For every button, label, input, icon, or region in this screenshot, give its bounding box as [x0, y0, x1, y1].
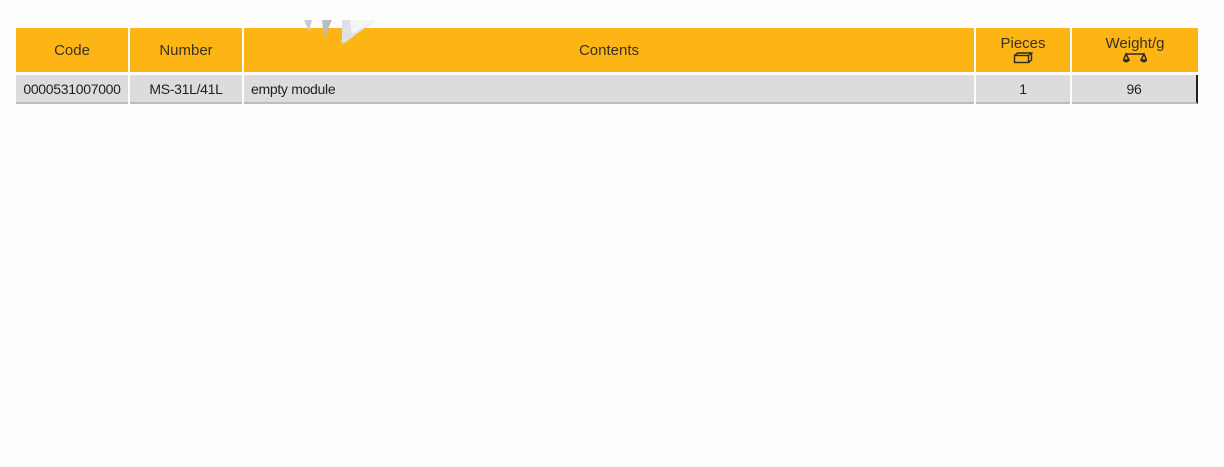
column-header-code-label: Code: [54, 41, 90, 59]
cell-pieces: 1: [976, 75, 1070, 104]
column-header-number-label: Number: [159, 41, 213, 59]
table-header-row: Code Number Contents Pieces Weight/g: [16, 28, 1198, 72]
column-header-code: Code: [16, 28, 128, 72]
cell-code: 0000531007000: [16, 75, 128, 104]
decorative-graphic: [304, 20, 378, 44]
table-row: 0000531007000 MS-31L/41L empty module 1 …: [16, 75, 1198, 104]
column-header-number: Number: [130, 28, 242, 72]
column-header-pieces: Pieces: [976, 28, 1070, 72]
cell-weight: 96: [1072, 75, 1198, 104]
cell-contents: empty module: [244, 75, 974, 104]
column-header-weight: Weight/g: [1072, 28, 1198, 72]
pieces-box-icon: [1013, 52, 1033, 64]
column-header-pieces-label: Pieces: [1000, 35, 1046, 52]
column-header-contents-label: Contents: [578, 41, 640, 59]
column-header-weight-label: Weight/g: [1105, 35, 1165, 52]
cell-number: MS-31L/41L: [130, 75, 242, 104]
parts-table: Code Number Contents Pieces Weight/g 000…: [14, 28, 1200, 104]
scale-icon: [1123, 52, 1147, 63]
